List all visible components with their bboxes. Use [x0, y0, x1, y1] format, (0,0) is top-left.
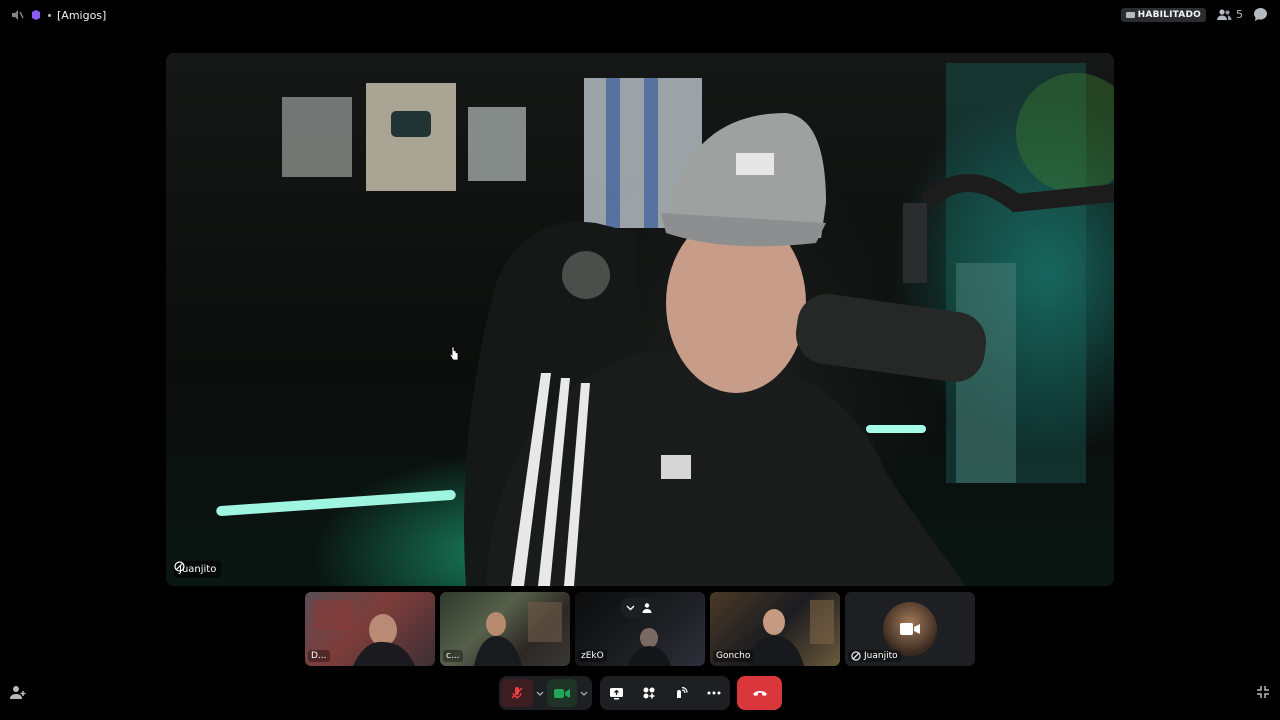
- add-user-icon: [10, 686, 26, 699]
- mute-button[interactable]: [501, 679, 533, 707]
- speaker-muted-icon[interactable]: [10, 8, 24, 22]
- video-scene: [216, 63, 1114, 586]
- chevron-down-icon: [536, 691, 544, 696]
- camera-icon: [900, 623, 920, 635]
- camera-button[interactable]: [547, 679, 577, 707]
- participant-name-tag: zEkO: [578, 650, 607, 662]
- participant-name: Goncho: [716, 651, 751, 661]
- soundboard-button[interactable]: [667, 677, 695, 709]
- participant-name-tag: Juanjito: [848, 650, 901, 662]
- tile-controls[interactable]: [620, 598, 658, 618]
- channel-header: [Amigos]: [10, 8, 106, 22]
- activities-button[interactable]: [635, 677, 663, 709]
- disconnect-button[interactable]: [737, 676, 782, 710]
- server-icon[interactable]: [30, 9, 42, 21]
- participant-name-tag: c...: [443, 650, 463, 662]
- channel-name: [Amigos]: [57, 8, 107, 22]
- invite-button[interactable]: [10, 685, 26, 703]
- participant-name-tag: D...: [308, 650, 330, 662]
- badge-icon: [1125, 11, 1135, 18]
- screen-share-icon: [609, 687, 623, 699]
- top-bar: [Amigos] HABILITADO 5: [0, 0, 1280, 32]
- members-button[interactable]: 5: [1216, 8, 1243, 21]
- members-icon[interactable]: [641, 603, 653, 613]
- chevron-down-icon[interactable]: [626, 605, 635, 611]
- participant-tile[interactable]: Juanjito: [845, 592, 975, 666]
- participant-name-tag: Goncho: [713, 650, 754, 662]
- topbar-actions: HABILITADO 5: [1120, 7, 1268, 22]
- hand-cursor-icon: [449, 346, 459, 361]
- participant-tile[interactable]: zEkO: [575, 592, 705, 666]
- participant-strip: D... c... zEkO Goncho Juanjito: [305, 592, 975, 666]
- soundboard-icon: [677, 686, 688, 698]
- mic-options-button[interactable]: [533, 679, 547, 707]
- activity-controls: [600, 676, 730, 710]
- more-icon: [707, 691, 721, 695]
- avatar: [883, 602, 937, 656]
- camera-options-button[interactable]: [577, 679, 591, 707]
- mic-muted-icon: [851, 651, 861, 661]
- hangup-icon: [752, 691, 767, 696]
- participant-tile[interactable]: D...: [305, 592, 435, 666]
- participant-tile[interactable]: Goncho: [710, 592, 840, 666]
- participant-name: D...: [311, 651, 327, 661]
- camera-icon: [554, 688, 570, 698]
- call-controls: [0, 676, 1280, 710]
- members-icon: [1217, 8, 1232, 20]
- participant-name: Juanjito: [864, 651, 898, 661]
- mic-muted-icon: [511, 687, 523, 699]
- separator-dot: [48, 13, 51, 17]
- participant-name: c...: [446, 651, 460, 661]
- participant-tile[interactable]: c...: [440, 592, 570, 666]
- activities-icon: [643, 687, 655, 699]
- more-button[interactable]: [700, 677, 728, 709]
- chat-icon[interactable]: [1253, 7, 1268, 22]
- participant-name: zEkO: [581, 651, 604, 661]
- status-badge: HABILITADO: [1120, 7, 1206, 22]
- screen-share-button[interactable]: [602, 677, 630, 709]
- exit-fullscreen-button[interactable]: [1256, 685, 1270, 702]
- member-count: 5: [1236, 8, 1243, 21]
- mic-muted-icon: [174, 561, 185, 572]
- media-controls: [499, 676, 592, 710]
- chevron-down-icon: [580, 691, 588, 696]
- status-badge-label: HABILITADO: [1137, 9, 1201, 20]
- speaker-name-tag: Juanjito: [174, 561, 222, 578]
- exit-fullscreen-icon: [1257, 686, 1269, 698]
- main-video-stage[interactable]: Juanjito: [166, 53, 1114, 586]
